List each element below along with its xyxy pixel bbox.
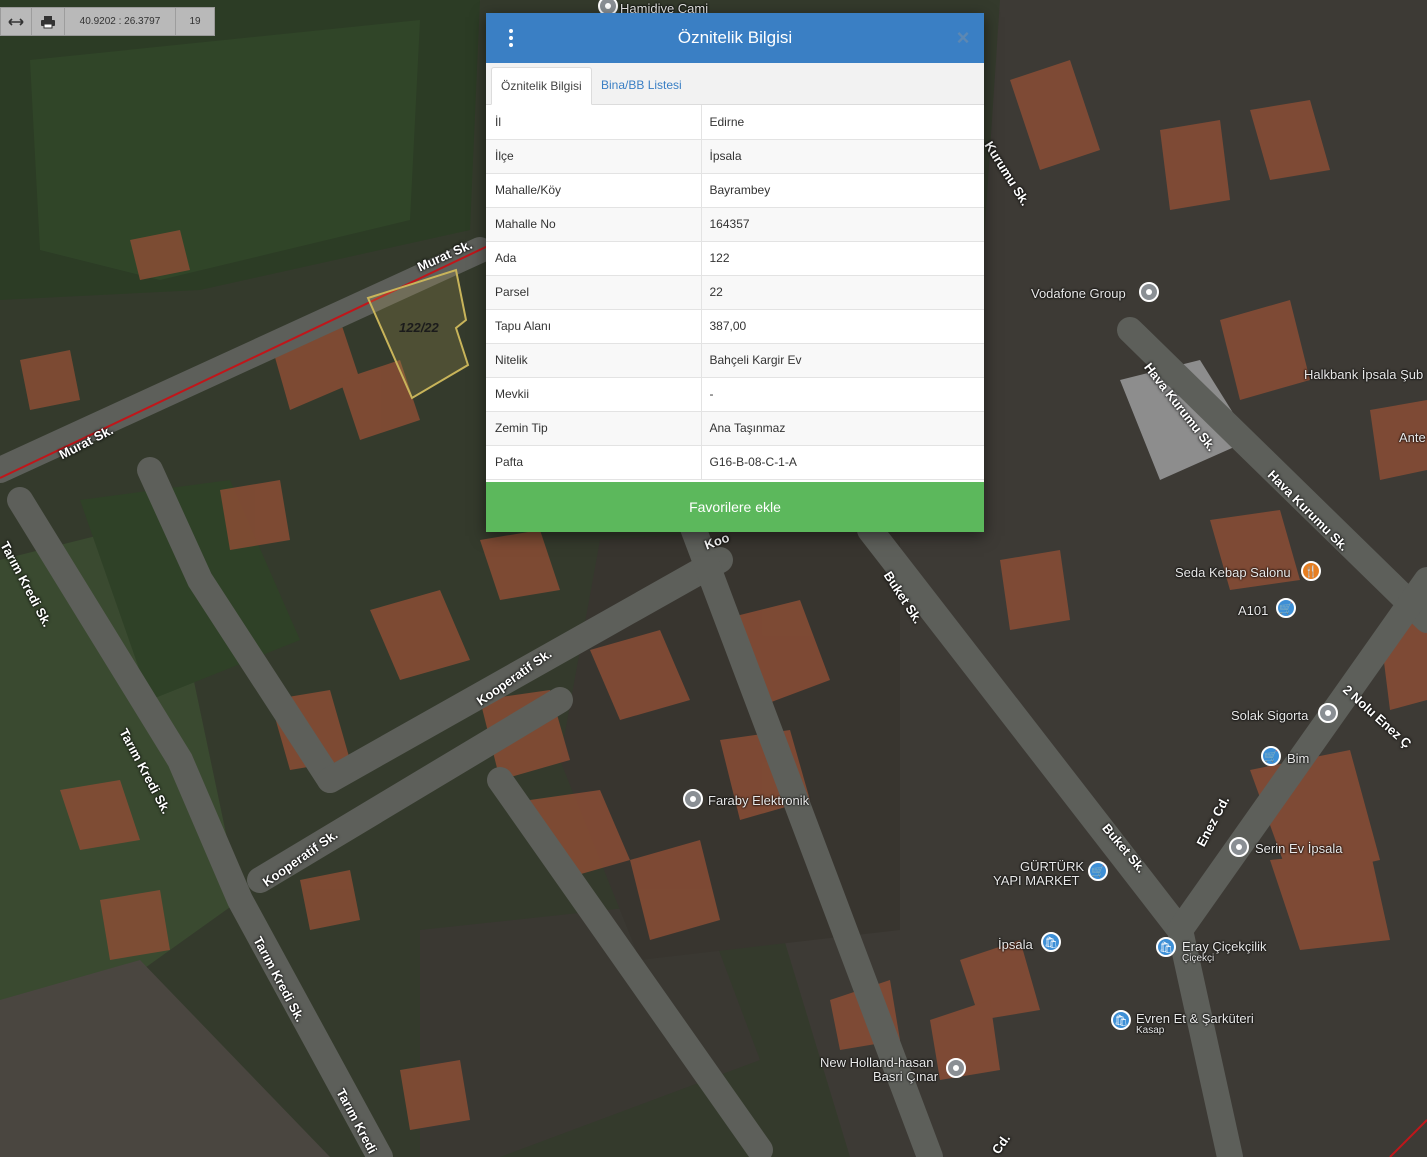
attribute-table: İl Edirne İlçe İpsala Mahalle/Köy Bayrambey Ma… (486, 105, 984, 480)
place-label: YAPI MARKET (993, 873, 1080, 888)
dialog-header: Öznitelik Bilgisi × (486, 13, 984, 63)
attribute-value: 22 (701, 275, 984, 310)
shopping-cart-icon[interactable]: 🛒 (1088, 861, 1108, 881)
place-label: Basri Çınar (873, 1069, 939, 1084)
table-row: Mahalle/Köy Bayrambey (486, 173, 984, 208)
table-row: Tapu Alanı 387,00 (486, 309, 984, 344)
attribute-key: Mevkii (486, 377, 702, 412)
place-label: Seda Kebap Salonu (1175, 565, 1291, 580)
attribute-key: Parsel (486, 275, 702, 310)
shopping-bag-icon[interactable]: 🛍 (1041, 932, 1061, 952)
zoom-level-readout: 19 (189, 16, 201, 27)
attribute-value: İpsala (701, 139, 984, 174)
place-category-label: Çiçekçi (1182, 953, 1215, 964)
place-label: GÜRTÜRK (1020, 859, 1085, 874)
place-label: Eray Çiçekçilik (1182, 939, 1267, 954)
shopping-bag-icon[interactable]: 🛍 (1111, 1010, 1131, 1030)
place-icon[interactable] (946, 1058, 966, 1078)
printer-icon (41, 15, 55, 28)
shopping-cart-icon[interactable]: 🛒 (1276, 598, 1296, 618)
arrows-horizontal-icon (8, 17, 24, 26)
dialog-title: Öznitelik Bilgisi (677, 28, 793, 47)
shopping-cart-icon[interactable]: 🛒 (1261, 746, 1281, 766)
table-row: İl Edirne (486, 105, 984, 140)
attribute-key: Pafta (486, 445, 702, 480)
attribute-key: Mahalle No (486, 207, 702, 242)
attribute-key: Zemin Tip (486, 411, 702, 446)
coordinate-readout: 40.9202 : 26.3797 (65, 8, 176, 35)
attribute-value: Ana Taşınmaz (701, 411, 984, 446)
place-category-label: Kasap (1136, 1025, 1165, 1036)
tab-building-list[interactable]: Bina/BB Listesi (592, 67, 691, 105)
table-row: Pafta G16-B-08-C-1-A (486, 445, 984, 480)
table-row: Zemin Tip Ana Taşınmaz (486, 411, 984, 446)
place-label: Evren Et & Şarküteri (1136, 1011, 1254, 1026)
place-label: Ante (1399, 430, 1426, 445)
place-icon[interactable] (1229, 837, 1249, 857)
place-icon[interactable] (683, 789, 703, 809)
attribute-key: Ada (486, 241, 702, 276)
shopping-bag-icon[interactable]: 🛍 (1156, 937, 1176, 957)
table-row: Mahalle No 164357 (486, 207, 984, 242)
attribute-key: Tapu Alanı (486, 309, 702, 344)
place-icon[interactable] (1139, 282, 1159, 302)
print-button[interactable] (32, 8, 65, 35)
dialog-tabs: Öznitelik Bilgisi Bina/BB Listesi (486, 63, 984, 105)
table-row: Ada 122 (486, 241, 984, 276)
tab-attribute-info[interactable]: Öznitelik Bilgisi (491, 67, 592, 105)
place-label: New Holland-hasan (820, 1055, 934, 1070)
attribute-key: Nitelik (486, 343, 702, 378)
place-label: A101 (1238, 603, 1269, 618)
place-icon[interactable] (1318, 703, 1338, 723)
attribute-key: İl (486, 105, 702, 140)
attribute-value: Bayrambey (701, 173, 984, 208)
add-to-favorites-button[interactable]: Favorilere ekle (486, 482, 984, 532)
attribute-value: 164357 (701, 207, 984, 242)
attribute-value: 122 (701, 241, 984, 276)
attribute-key: İlçe (486, 139, 702, 174)
attribute-key: Mahalle/Köy (486, 173, 702, 208)
table-row: Mevkii - (486, 377, 984, 412)
attribute-value: - (701, 377, 984, 412)
place-label: Vodafone Group (1031, 286, 1126, 301)
close-icon[interactable]: × (954, 26, 972, 50)
map-toolbar: 40.9202 : 26.3797 19 (0, 7, 215, 36)
place-label: Halkbank İpsala Şub (1304, 367, 1424, 382)
table-row: İlçe İpsala (486, 139, 984, 174)
place-label: Faraby Elektronik (708, 793, 810, 808)
table-row: Parsel 22 (486, 275, 984, 310)
parcel-label: 122/22 (399, 320, 439, 335)
place-label: Bim (1287, 751, 1310, 766)
attribute-value: Edirne (701, 105, 984, 140)
place-label: Solak Sigorta (1231, 708, 1309, 723)
attribute-value: Bahçeli Kargir Ev (701, 343, 984, 378)
restaurant-icon[interactable]: 🍴 (1301, 561, 1321, 581)
attribute-info-dialog: Öznitelik Bilgisi × Öznitelik Bilgisi Bi… (486, 13, 984, 532)
table-row: Nitelik Bahçeli Kargir Ev (486, 343, 984, 378)
place-label: İpsala (998, 937, 1033, 952)
measure-button[interactable] (1, 8, 32, 35)
attribute-value: G16-B-08-C-1-A (701, 445, 984, 480)
attribute-value: 387,00 (701, 309, 984, 344)
place-label: Serin Ev İpsala (1255, 841, 1343, 856)
